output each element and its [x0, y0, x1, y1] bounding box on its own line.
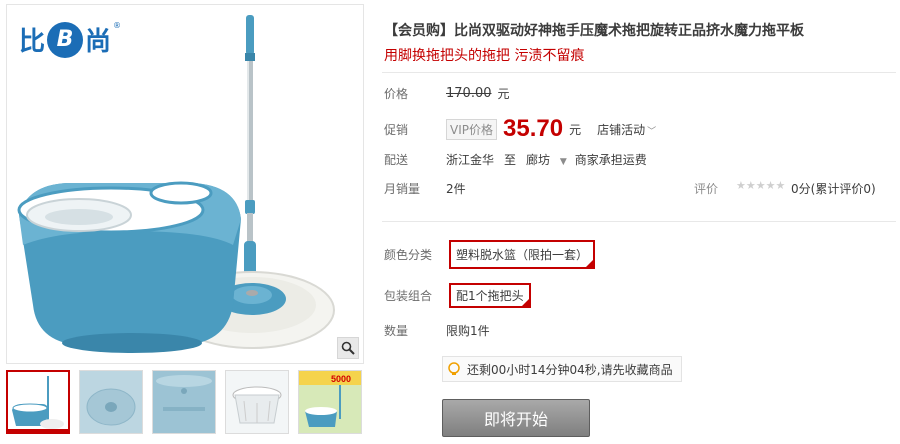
thumbnail-5[interactable]: 5000: [298, 370, 362, 434]
package-row: 包装组合 配1个拖把头: [384, 283, 531, 308]
package-option-selected[interactable]: 配1个拖把头: [449, 283, 531, 308]
color-row: 颜色分类 塑料脱水篮（限拍一套）: [384, 240, 596, 269]
package-combo-label: 包装组合: [384, 289, 433, 303]
thumbnail-strip: 5000: [6, 370, 362, 434]
mop-bucket-illustration: [17, 15, 335, 353]
thumbnail-3[interactable]: [152, 370, 216, 434]
color-category-label: 颜色分类: [384, 248, 433, 262]
promo-price: 35.70: [503, 115, 564, 142]
original-price: 170.00: [446, 86, 492, 101]
dropdown-arrow-icon: ▼: [559, 157, 567, 167]
color-option-selected[interactable]: 塑料脱水篮（限拍一套）: [449, 240, 596, 269]
rating-stars-icon: ★★★★★: [736, 179, 786, 192]
product-title[interactable]: 【会员购】比尚双驱动好神拖手压魔术拖把旋转正品挤水魔力拖平板: [384, 20, 804, 40]
product-info-panel: 【会员购】比尚双驱动好神拖手压魔术拖把旋转正品挤水魔力拖平板 用脚换拖把头的拖把…: [382, 0, 896, 444]
price-row: 价格 170.00 元: [384, 85, 510, 102]
chevron-down-icon: ﹀: [647, 126, 657, 137]
thumbnail-bucket-side-image: [153, 371, 215, 433]
divider: [382, 221, 896, 222]
countdown-notice: 还剩00小时14分钟04秒,请先收藏商品: [442, 356, 682, 382]
quantity-label: 数量: [384, 324, 409, 338]
shipping-label: 配送: [384, 153, 409, 167]
lightbulb-icon: [448, 362, 460, 375]
thumbnail-2[interactable]: [79, 370, 143, 434]
ship-to-word: 至: [504, 153, 517, 167]
promo-label: 促销: [384, 122, 409, 137]
destination-selector[interactable]: 廊坊 ▼: [526, 151, 567, 168]
promo-row: 促销 VIP价格 35.70 元 店铺活动 ﹀: [384, 115, 656, 143]
price-label: 价格: [384, 87, 409, 101]
rating-label: 评价: [694, 182, 719, 196]
ship-from: 浙江金华: [446, 153, 495, 167]
quantity-row: 数量 限购1件: [384, 322, 490, 339]
monthly-sales-unit: 件: [453, 182, 466, 196]
main-product-image[interactable]: 比 B 尚 ®: [6, 4, 364, 364]
rating-score-link[interactable]: 0分(累计评价0): [791, 180, 876, 197]
thumbnail-mop-bucket-image: [8, 372, 68, 432]
divider: [382, 72, 896, 73]
coming-soon-label: 即将开始: [483, 410, 548, 429]
monthly-sales-label: 月销量: [384, 182, 421, 196]
thumbnail-promo-image: 5000: [299, 371, 361, 433]
thumbnail-basket-image: [226, 371, 288, 433]
monthly-sales-count: 2: [446, 181, 454, 196]
countdown-text: 还剩00小时14分钟04秒,请先收藏商品: [467, 362, 673, 377]
thumbnail-1[interactable]: [6, 370, 70, 434]
destination-label: 廊坊: [526, 153, 551, 167]
sales-row: 月销量 2 件: [384, 180, 466, 197]
shipping-fee: 商家承担运费: [574, 153, 647, 167]
product-gallery: 比 B 尚 ® 5000: [6, 4, 364, 440]
vip-price-tag: VIP价格: [446, 118, 497, 140]
thumbnail-4[interactable]: [225, 370, 289, 434]
store-activity-dropdown[interactable]: 店铺活动 ﹀: [597, 121, 656, 138]
price-unit: 元: [497, 87, 510, 101]
coming-soon-button[interactable]: 即将开始: [442, 399, 590, 437]
promo-price-unit: 元: [569, 122, 582, 137]
shipping-row: 配送 浙江金华 至 廊坊 ▼ 商家承担运费: [384, 151, 647, 168]
thumbnail-bucket-top-image: [80, 371, 142, 433]
store-activity-label: 店铺活动: [597, 122, 646, 137]
zoom-icon[interactable]: [337, 337, 359, 359]
thumbnail-5-badge: 5000: [331, 374, 351, 384]
purchase-limit: 限购1件: [446, 324, 490, 338]
product-subtitle: 用脚换拖把头的拖把 污渍不留痕: [384, 48, 585, 64]
